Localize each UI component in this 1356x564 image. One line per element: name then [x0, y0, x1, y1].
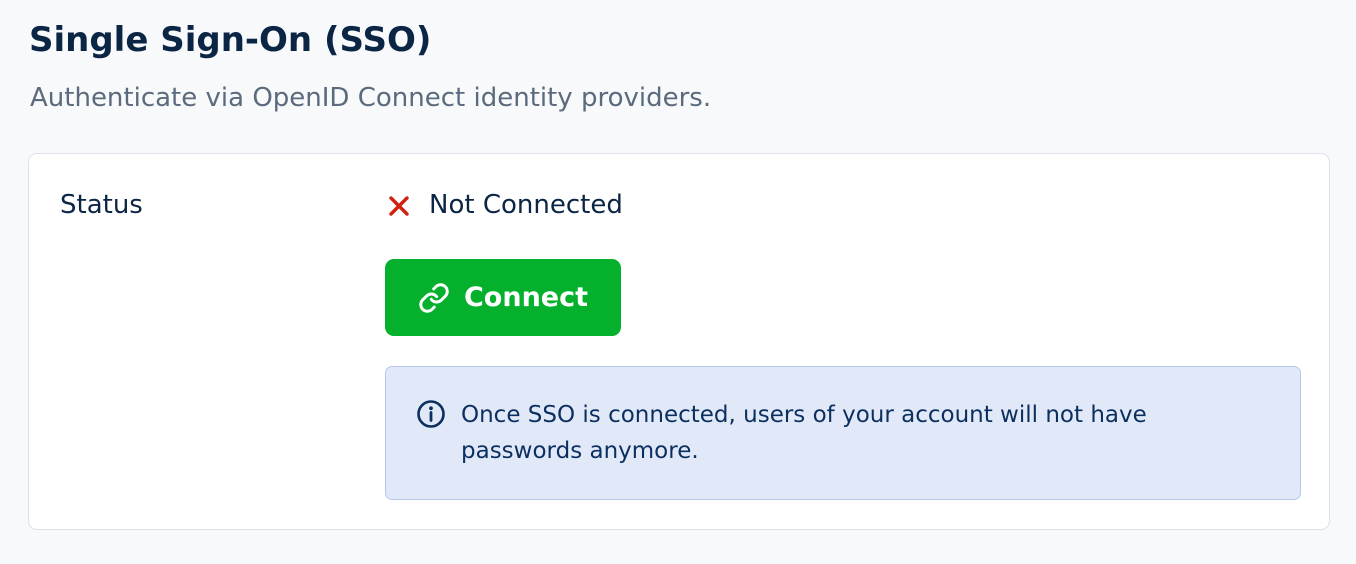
status-label: Status [60, 190, 143, 220]
status-value-text: Not Connected [429, 190, 623, 220]
link-icon [418, 282, 450, 314]
info-notice-text: Once SSO is connected, users of your acc… [461, 402, 1147, 464]
info-notice: Once SSO is connected, users of your acc… [385, 366, 1301, 500]
page-title: Single Sign-On (SSO) [29, 20, 432, 60]
sso-settings-card: Status Not Connected Connect Once SSO is… [28, 153, 1330, 530]
connect-button[interactable]: Connect [385, 259, 621, 336]
x-icon [388, 194, 410, 216]
status-value: Not Connected [388, 190, 623, 220]
info-icon [416, 399, 446, 429]
page-subtitle: Authenticate via OpenID Connect identity… [30, 83, 712, 113]
connect-button-label: Connect [463, 282, 589, 313]
